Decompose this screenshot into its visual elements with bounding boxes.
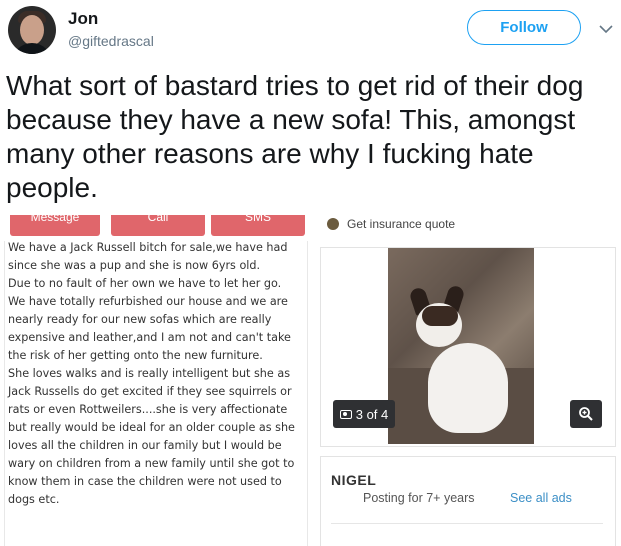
ad-line: the risk of her getting onto the new fur… (8, 349, 263, 362)
photo-gallery: 3 of 4 (320, 247, 616, 447)
ad-line: rats or even Rottweilers....she is very … (8, 403, 288, 416)
ad-line: but really would be ideal for an older c… (8, 421, 295, 434)
ad-line: since she was a pup and she is now 6yrs … (8, 259, 261, 272)
divider (331, 523, 603, 524)
zoom-icon (570, 400, 602, 428)
ad-line: We have a Jack Russell bitch for sale,we… (8, 241, 288, 254)
ad-line: expensive and leather,and I am not and c… (8, 331, 291, 344)
posting-duration: Posting for 7+ years (363, 491, 475, 505)
tweet-text: What sort of bastard tries to get rid of… (6, 70, 584, 203)
ad-line: We have totally refurbished our house an… (8, 295, 288, 308)
tab-call[interactable]: Call (111, 215, 205, 236)
see-all-ads-link: See all ads (510, 491, 572, 505)
embedded-image[interactable]: Message Call SMS We have a Jack Russell … (0, 215, 621, 546)
ad-line: Jack Russells do get excited if they see… (8, 385, 292, 398)
insurance-icon (327, 218, 339, 230)
user-handle[interactable]: @giftedrascal (68, 33, 154, 49)
avatar[interactable] (8, 6, 56, 54)
chevron-down-icon[interactable] (598, 22, 614, 34)
dog-photo (388, 248, 534, 444)
insurance-link: Get insurance quote (347, 217, 456, 231)
contact-tabs: Message Call SMS (10, 215, 305, 237)
seller-box: NIGEL Posting for 7+ years See all ads (320, 456, 616, 546)
camera-icon (339, 409, 352, 419)
user-name[interactable]: Jon (68, 9, 98, 29)
tab-message[interactable]: Message (10, 215, 100, 236)
tab-sms[interactable]: SMS (211, 215, 305, 236)
ad-line: wary on children from a new family until… (8, 457, 295, 470)
ad-line: Due to no fault of her own we have to le… (8, 277, 282, 290)
follow-button[interactable]: Follow (467, 10, 581, 45)
ad-line: nearly ready for our new sofas which are… (8, 313, 272, 326)
ad-line: know them in case the children were not … (8, 475, 282, 488)
insurance-row: Get insurance quote (327, 215, 455, 233)
ad-line: She loves walks and is really intelligen… (8, 367, 291, 380)
ad-line: dogs etc. (8, 493, 60, 506)
photo-counter: 3 of 4 (333, 400, 395, 428)
ad-line: loves all the children in our family but… (8, 439, 282, 452)
ad-description: We have a Jack Russell bitch for sale,we… (8, 239, 303, 509)
seller-name: NIGEL (331, 472, 377, 488)
photo-counter-label: 3 of 4 (355, 406, 389, 422)
